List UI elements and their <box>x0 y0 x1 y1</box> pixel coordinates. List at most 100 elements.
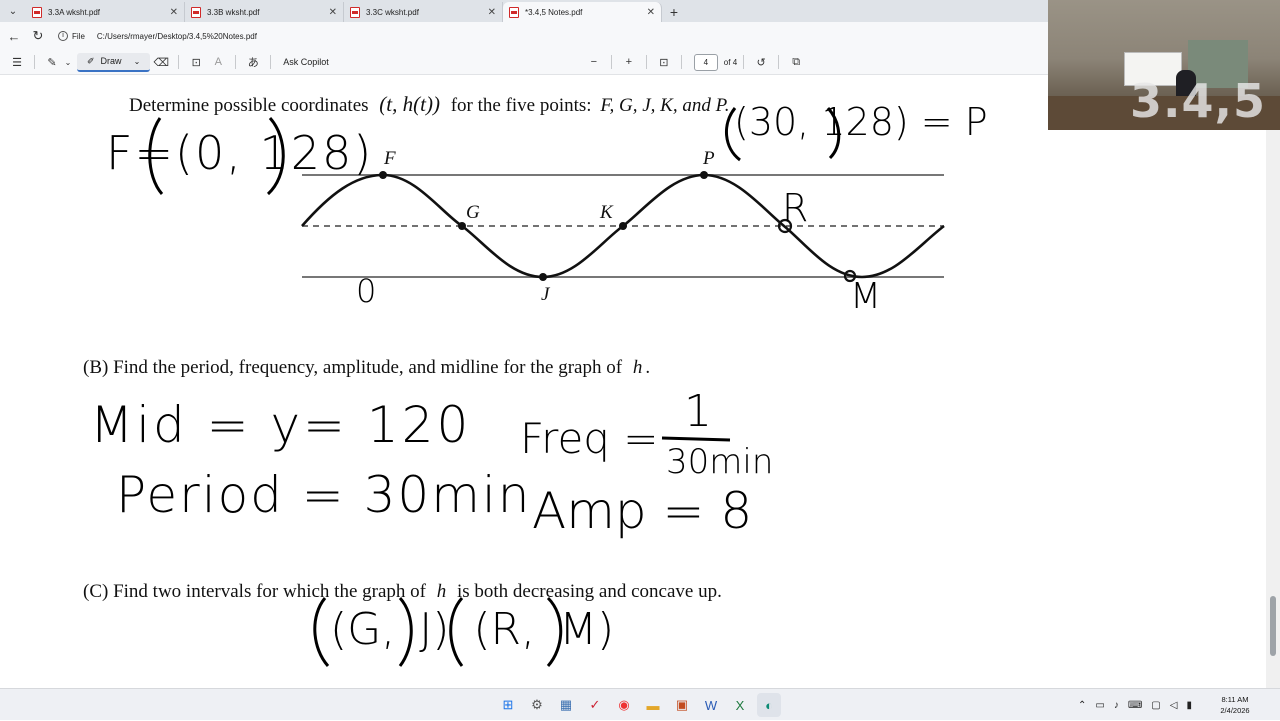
vertical-scrollbar[interactable] <box>1266 76 1280 688</box>
chevron-up-icon[interactable]: ⌃ <box>1078 700 1086 711</box>
ink-zero: 0 <box>356 272 377 310</box>
pdf-file-icon <box>509 6 519 18</box>
close-tab-icon[interactable]: ✕ <box>647 7 655 18</box>
ink-paren <box>313 597 330 667</box>
system-tray: ⌃ ▭ ♪ ⌨ ▢ ◁ ▮ <box>1078 689 1192 721</box>
info-icon[interactable]: i <box>58 31 68 41</box>
tab-strip: ⌄ 3.3A wksht.pdf ✕ 3.3B wksht.pdf ✕ 3.3C… <box>0 0 1048 22</box>
tab-3-3c[interactable]: 3.3C wksht.pdf ✕ <box>344 2 503 22</box>
clock-date: 2/4/2026 <box>1220 706 1250 715</box>
webcam-overlay: 3.4,5 <box>1048 0 1280 130</box>
draw-button[interactable]: ✐ Draw ⌄ <box>77 52 151 72</box>
powerpoint-icon[interactable]: ▣ <box>670 693 694 717</box>
graph-label-f: F <box>384 148 396 169</box>
ink-p-coordinate: (30, 128) = P <box>734 100 988 144</box>
ink-amplitude: Amp = 8 <box>532 482 753 540</box>
ask-copilot-button[interactable]: Ask Copilot <box>283 57 329 67</box>
eraser-icon[interactable]: ⌫ <box>150 56 172 69</box>
chrome-icon[interactable]: ◉ <box>612 693 636 717</box>
question-c-end: is both decreasing and concave up. <box>456 581 722 602</box>
toolbar-divider <box>645 55 647 69</box>
zoom-in-button[interactable]: + <box>618 56 640 68</box>
pdf-page: Determine possible coordinates (t, h(t))… <box>0 76 1048 688</box>
url-field[interactable]: i File C:/Users/rmayer/Desktop/3.4,5%20N… <box>58 31 257 41</box>
tab-3-3a[interactable]: 3.3A wksht.pdf ✕ <box>26 2 185 22</box>
microphone-icon[interactable]: ♪ <box>1114 700 1119 711</box>
text-format-icon[interactable]: A <box>207 56 229 68</box>
pdf-file-icon <box>32 6 42 18</box>
fit-page-icon[interactable]: ⊡ <box>653 56 675 69</box>
pdf-toolbar: ☰ ✎ ⌄ ✐ Draw ⌄ ⌫ ⊡ A あ Ask Copilot − + ⊡… <box>0 50 1048 75</box>
new-tab-button[interactable]: + <box>662 2 686 22</box>
volume-icon[interactable]: ◁ <box>1170 700 1178 711</box>
toolbar-divider <box>235 55 237 69</box>
point-j <box>539 273 547 281</box>
point-f <box>379 171 387 179</box>
taskbar: ⊞ ⚙ ▦ ✓ ◉ ▬ ▣ W X ◐ ⌃ ▭ ♪ ⌨ ▢ ◁ ▮ 8:11 A… <box>0 688 1280 720</box>
tab-actions-icon[interactable]: ⌄ <box>0 0 26 22</box>
whiteboard-app-icon[interactable]: ✓ <box>583 693 607 717</box>
tab-3-4-5-notes[interactable]: *3.4,5 Notes.pdf ✕ <box>503 2 662 22</box>
contents-icon[interactable]: ☰ <box>6 56 28 69</box>
url-scheme-label: File <box>72 31 85 41</box>
side-margin <box>1048 130 1266 688</box>
file-explorer-tasks-icon[interactable]: ▦ <box>554 693 578 717</box>
read-aloud-icon[interactable]: あ <box>242 54 264 70</box>
chevron-down-icon[interactable]: ⌄ <box>63 58 73 67</box>
pen-icon: ✐ <box>87 55 95 66</box>
chevron-down-icon[interactable]: ⌄ <box>134 57 141 66</box>
question-b-var: h <box>632 357 643 378</box>
add-text-icon[interactable]: ⊡ <box>185 56 207 69</box>
question-a-rest: for the five points: <box>450 95 592 116</box>
highlight-icon[interactable]: ✎ <box>41 56 63 69</box>
scrollbar-thumb[interactable] <box>1270 596 1276 656</box>
ink-frequency: Freq = <box>520 414 659 463</box>
word-icon[interactable]: W <box>699 693 723 717</box>
battery-icon[interactable]: ▮ <box>1186 700 1192 711</box>
toolbar-divider <box>610 55 612 69</box>
question-a-text: Determine possible coordinates (t, h(t))… <box>129 92 729 117</box>
question-a-points: F, G, J, K, and P. <box>600 95 730 116</box>
page-total: of 4 <box>723 57 738 67</box>
refresh-icon[interactable]: ↻ <box>26 28 50 44</box>
question-b-end: . <box>645 357 651 378</box>
toolbar-divider <box>778 55 780 69</box>
close-tab-icon[interactable]: ✕ <box>488 7 496 18</box>
close-tab-icon[interactable]: ✕ <box>329 7 337 18</box>
tab-3-3b[interactable]: 3.3B wksht.pdf ✕ <box>185 2 344 22</box>
question-c-var: h <box>436 581 447 602</box>
ink-r-label: R <box>782 186 809 230</box>
page-view-icon[interactable]: ⧉ <box>785 56 807 69</box>
question-a-math: (t, h(t)) <box>379 92 440 116</box>
webcam-overlay-text: 3.4,5 <box>1130 74 1266 128</box>
clock[interactable]: 8:11 AM 2/4/2026 <box>1212 694 1258 716</box>
keyboard-icon[interactable]: ⌨ <box>1128 700 1142 711</box>
ink-midline: Mid = y= 120 <box>90 396 472 454</box>
back-arrow-icon[interactable]: ← <box>2 29 26 44</box>
device-icon[interactable]: ▭ <box>1095 700 1104 711</box>
excel-icon[interactable]: X <box>728 693 752 717</box>
edge-icon[interactable]: ◐ <box>757 693 781 717</box>
pdf-file-icon <box>191 6 201 18</box>
toolbar-divider <box>680 55 682 69</box>
ink-m-label: M <box>850 276 882 317</box>
tab-label: 3.3B wksht.pdf <box>207 7 260 17</box>
close-tab-icon[interactable]: ✕ <box>170 7 178 18</box>
rotate-icon[interactable]: ↺ <box>750 56 772 69</box>
ink-period: Period = 30min <box>116 466 532 524</box>
toolbar-divider <box>743 55 745 69</box>
point-g <box>458 222 466 230</box>
start-windows-icon[interactable]: ⊞ <box>496 693 520 717</box>
display-icon[interactable]: ▢ <box>1151 700 1160 711</box>
ink-fraction-bar <box>661 436 731 442</box>
toolbar-divider <box>34 55 35 69</box>
app-badge-icon[interactable]: ⚙ <box>525 693 549 717</box>
page-number-input[interactable]: 4 <box>693 53 718 71</box>
pdf-file-icon <box>350 6 360 18</box>
zoom-out-button[interactable]: − <box>583 56 605 68</box>
point-k <box>619 222 627 230</box>
clock-time: 8:11 AM <box>1221 695 1249 704</box>
graph-label-j: J <box>541 284 550 305</box>
folder-icon[interactable]: ▬ <box>641 693 665 717</box>
url-text[interactable]: C:/Users/rmayer/Desktop/3.4,5%20Notes.pd… <box>97 32 257 41</box>
